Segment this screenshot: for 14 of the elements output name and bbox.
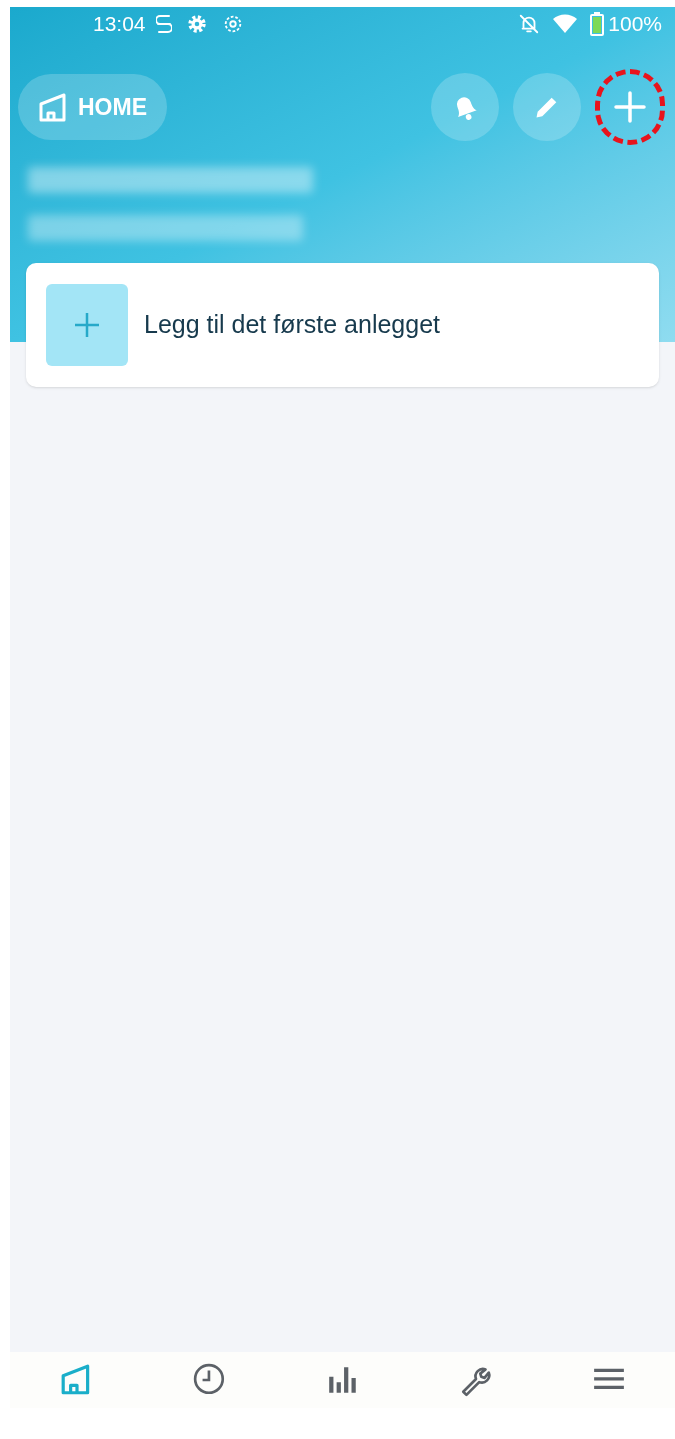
status-time: 13:04 xyxy=(93,11,146,38)
bell-off-icon xyxy=(518,13,541,35)
plus-tile-icon xyxy=(46,284,128,366)
plus-button[interactable] xyxy=(595,69,665,145)
gear-icon xyxy=(185,13,208,35)
add-installation-card[interactable]: Legg til det første anlegget xyxy=(26,263,659,387)
battery-percent: 100% xyxy=(608,11,662,38)
house-icon xyxy=(38,92,68,122)
add-installation-label: Legg til det første anlegget xyxy=(144,309,441,341)
wifi-icon xyxy=(552,13,579,35)
s-app-icon xyxy=(155,13,172,35)
battery-icon xyxy=(590,12,605,36)
clock-icon[interactable] xyxy=(192,1363,227,1397)
plus-icon xyxy=(613,90,647,124)
